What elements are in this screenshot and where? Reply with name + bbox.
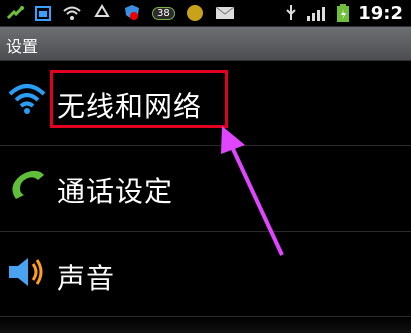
app-notification-icon <box>186 5 203 21</box>
battery-icon <box>337 4 350 22</box>
notification-count-badge: 38 <box>152 6 175 20</box>
status-icons-right: 19:2 <box>284 2 403 24</box>
sync-icon <box>94 4 110 17</box>
usb-icon <box>286 5 296 20</box>
settings-item-sound[interactable]: 声音 <box>0 232 411 324</box>
signal-icon <box>307 7 326 21</box>
title-bar: 设置 <box>0 26 411 61</box>
status-icons-left: 38 <box>6 2 235 24</box>
settings-item-call-settings[interactable]: 通话设定 <box>0 145 411 237</box>
settings-item-label: 声音 <box>57 262 116 295</box>
highlight-box <box>50 70 228 128</box>
email-icon <box>215 6 235 19</box>
wifi-icon <box>8 84 46 114</box>
calendar-icon <box>35 6 51 21</box>
speaker-icon <box>9 258 43 286</box>
settings-item-label: 通话设定 <box>57 175 174 208</box>
wifi-icon <box>63 6 81 20</box>
status-time: 19:2 <box>358 2 403 24</box>
phone-icon <box>12 170 44 199</box>
status-bar: 38 19:2 <box>0 0 411 26</box>
bottom-fade <box>0 317 411 333</box>
security-shield-icon <box>122 3 142 23</box>
page-title: 设置 <box>6 37 39 56</box>
usb-debug-icon <box>6 6 24 20</box>
